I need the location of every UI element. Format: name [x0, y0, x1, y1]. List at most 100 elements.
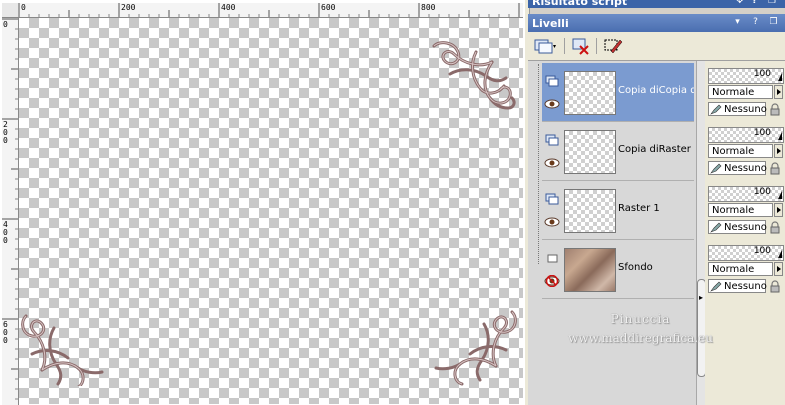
layer-name: Raster 1	[618, 203, 660, 214]
raster-layer-icon	[545, 75, 559, 87]
watermark-line-1: Pinuccia	[610, 312, 671, 326]
toolbar-separator	[596, 38, 597, 54]
layer-properties: 100 Normale Nessuno	[707, 63, 785, 121]
ruler-label: 400	[3, 220, 8, 245]
watermark-line-2: www.maddiregrafica.eu	[568, 331, 713, 345]
eye-icon[interactable]	[544, 157, 560, 169]
opacity-value: 100	[753, 246, 771, 256]
ruler-label: 0	[21, 3, 26, 12]
slider-ramp-icon	[778, 250, 782, 258]
delete-layer-button[interactable]	[570, 36, 592, 56]
eye-icon[interactable]	[544, 98, 560, 110]
hidden-eye-icon[interactable]	[544, 275, 560, 287]
raster-layer-icon	[545, 134, 559, 146]
layer-group-line	[538, 64, 540, 264]
ruler-corner	[2, 3, 19, 18]
corner-ornament-bottom-right	[434, 310, 517, 386]
layer-thumbnail	[564, 189, 616, 233]
layers-panel-title-bar: Livelli ▾ ? ❐	[528, 14, 785, 32]
help-icon[interactable]: ?	[752, 0, 762, 6]
lock-icon[interactable]	[769, 162, 781, 175]
restore-icon[interactable]: ❐	[768, 17, 779, 28]
slider-ramp-icon	[778, 73, 782, 81]
opacity-slider[interactable]: 100	[708, 245, 784, 261]
layer-thumbnail	[564, 248, 616, 292]
toolbar-separator	[564, 38, 565, 54]
slider-ramp-icon	[778, 191, 782, 199]
ruler-label: 200	[3, 120, 8, 145]
mask-select[interactable]: Nessuno	[708, 220, 767, 234]
layer-row[interactable]: Raster 1	[542, 181, 694, 240]
layer-thumbnail	[564, 71, 616, 115]
background-layer-icon	[547, 254, 558, 263]
mask-icon	[710, 163, 722, 174]
mask-label: Nessuno	[724, 104, 767, 115]
ruler-label: 800	[421, 3, 436, 12]
pin-icon[interactable]: ✥	[736, 0, 746, 6]
mask-icon	[710, 222, 722, 233]
slider-ramp-icon	[778, 132, 782, 140]
layer-row[interactable]: Copia diRaster 1	[542, 122, 694, 181]
ruler-vertical: 0 200 400 600	[2, 18, 19, 405]
script-results-panel-title: Risultato script ✥ ? ❐	[528, 0, 785, 8]
layer-name: Copia diRaster 1	[618, 144, 694, 155]
opacity-slider[interactable]: 100	[708, 68, 784, 84]
opacity-value: 100	[753, 128, 771, 138]
layers-list[interactable]: Copia diCopia diR Copia diRaster 1 Raste…	[528, 61, 696, 405]
mask-label: Nessuno	[724, 163, 767, 174]
opacity-slider[interactable]: 100	[708, 127, 784, 143]
corner-ornament-bottom-left	[21, 314, 104, 386]
pin-icon[interactable]: ▾	[732, 17, 743, 28]
ruler-label: 400	[221, 3, 236, 12]
layers-panel-title: Livelli	[532, 17, 569, 30]
layers-toolbar	[528, 32, 785, 61]
watermark: Pinuccia www.maddiregrafica.eu	[548, 312, 733, 345]
ruler-label: 0	[3, 20, 8, 29]
lock-icon[interactable]	[769, 103, 781, 116]
blend-mode-select[interactable]: Normale	[708, 144, 773, 158]
mask-icon	[710, 281, 722, 292]
layer-name: Sfondo	[618, 262, 653, 273]
blend-mode-select[interactable]: Normale	[708, 203, 773, 217]
ruler-label: 600	[3, 320, 8, 345]
layer-properties-column: 100 Normale Nessuno 100 Normale Nessuno …	[705, 61, 785, 405]
new-raster-layer-icon	[534, 39, 556, 54]
ruler-horizontal: 0 200 400 600 800	[18, 3, 523, 18]
mask-label: Nessuno	[724, 222, 767, 233]
layer-row[interactable]: Copia diCopia diR	[542, 63, 694, 122]
blend-mode-dropdown-arrow[interactable]	[774, 262, 783, 276]
layer-thumbnail	[564, 130, 616, 174]
lock-icon[interactable]	[769, 221, 781, 234]
mask-icon	[710, 104, 722, 115]
canvas-area[interactable]: 0 200 400 600 800 0 200 400 600	[0, 0, 525, 405]
mask-select[interactable]: Nessuno	[708, 161, 767, 175]
layer-properties: 100 Normale Nessuno	[707, 181, 785, 239]
layer-row[interactable]: Sfondo	[542, 240, 694, 299]
delete-layer-icon	[572, 38, 589, 55]
mask-select[interactable]: Nessuno	[708, 279, 767, 293]
blend-mode-dropdown-arrow[interactable]	[774, 203, 783, 217]
ruler-label: 600	[321, 3, 336, 12]
mask-label: Nessuno	[724, 281, 767, 292]
eye-icon[interactable]	[544, 216, 560, 228]
corner-ornament-top-right	[432, 41, 516, 110]
blend-mode-dropdown-arrow[interactable]	[774, 85, 783, 99]
edit-selection-button[interactable]	[602, 36, 624, 56]
opacity-value: 100	[753, 69, 771, 79]
blend-mode-select[interactable]: Normale	[708, 85, 773, 99]
mask-select[interactable]: Nessuno	[708, 102, 767, 116]
script-results-title: Risultato script	[532, 0, 628, 8]
raster-layer-icon	[545, 193, 559, 205]
blend-mode-select[interactable]: Normale	[708, 262, 773, 276]
restore-icon[interactable]: ❐	[768, 0, 778, 6]
help-icon[interactable]: ?	[750, 17, 761, 28]
opacity-value: 100	[753, 187, 771, 197]
new-raster-layer-button[interactable]	[532, 36, 558, 56]
layer-properties: 100 Normale Nessuno	[707, 240, 785, 298]
opacity-slider[interactable]: 100	[708, 186, 784, 202]
layer-name: Copia diCopia diR	[618, 85, 694, 96]
blend-mode-dropdown-arrow[interactable]	[774, 144, 783, 158]
ruler-label: 200	[121, 3, 136, 12]
edit-selection-icon	[604, 39, 623, 54]
lock-icon[interactable]	[769, 280, 781, 293]
